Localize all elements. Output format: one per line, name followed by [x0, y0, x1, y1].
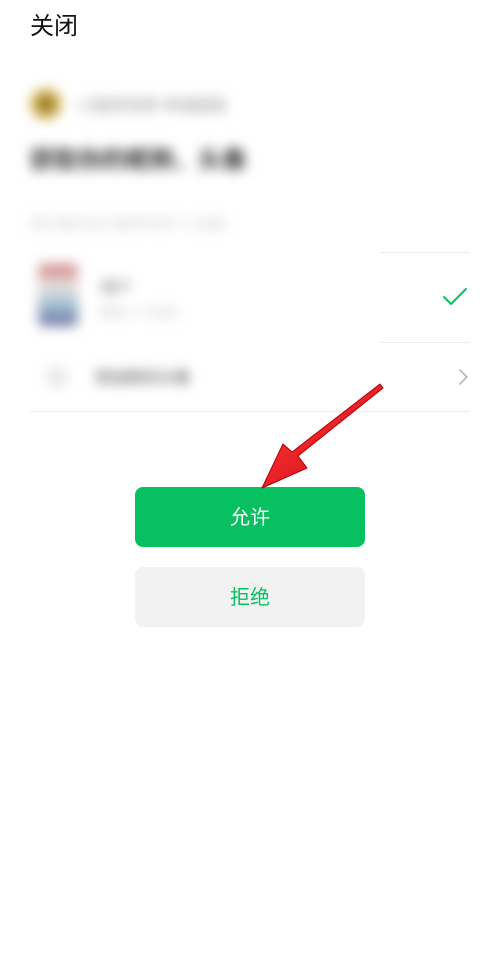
list-divider	[30, 411, 470, 412]
mini-program-name: 小程序名称 申请授权	[78, 96, 228, 115]
account-option-row[interactable]	[30, 253, 470, 342]
mini-program-icon	[30, 88, 62, 120]
allow-button[interactable]: 允许	[135, 487, 365, 547]
deny-button[interactable]: 拒绝	[135, 567, 365, 627]
permission-title: 获取你的昵称、头像	[30, 146, 246, 174]
add-profile-row[interactable]	[30, 343, 470, 411]
checkmark-icon	[443, 288, 467, 305]
permission-description: 用于展示在小程序中的个人信息	[30, 217, 226, 233]
close-button[interactable]: 关闭	[30, 8, 78, 44]
list-divider	[380, 252, 470, 253]
list-divider	[380, 342, 470, 343]
chevron-right-icon	[459, 369, 468, 385]
